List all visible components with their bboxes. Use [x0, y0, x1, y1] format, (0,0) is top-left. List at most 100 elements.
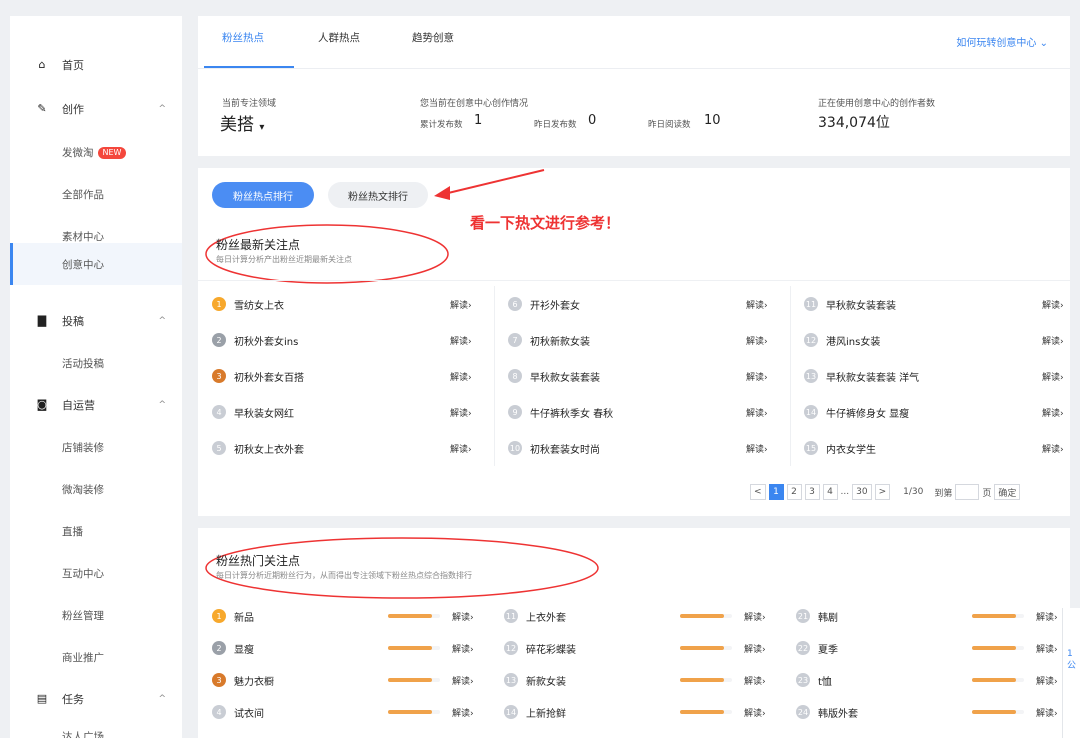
- sidebar-item-self-operate[interactable]: ◙ 自运营 ^: [10, 390, 182, 420]
- sidebar-item-weitao-decor[interactable]: 微淘装修: [10, 474, 182, 504]
- page-number-input[interactable]: [955, 484, 980, 500]
- divider: [198, 68, 1070, 69]
- next-page-button[interactable]: >: [874, 484, 891, 500]
- read-link[interactable]: 解读›: [450, 334, 472, 347]
- page-button[interactable]: 3: [804, 484, 820, 500]
- list-item: 14 上新抢鲜: [504, 702, 566, 722]
- yesterday-read-label: 昨日阅读数: [648, 120, 691, 130]
- floating-service-widget[interactable]: 1公: [1062, 608, 1080, 738]
- sidebar-item-creative-center[interactable]: 创意中心: [10, 243, 182, 285]
- hotspot-rank-button[interactable]: 粉丝热点排行: [212, 182, 314, 208]
- chevron-up-icon: ^: [158, 694, 166, 704]
- read-link[interactable]: 解读›: [452, 610, 474, 623]
- sidebar-item-live[interactable]: 直播: [10, 516, 182, 546]
- keyword-text: 韩版外套: [818, 708, 858, 720]
- read-link[interactable]: 解读›: [1042, 406, 1064, 419]
- chevron-up-icon: ^: [158, 400, 166, 410]
- sidebar-item-publish-weitao[interactable]: 发微淘 NEW: [10, 137, 182, 167]
- sidebar-item-create[interactable]: ✎ 创作 ^: [10, 94, 182, 124]
- rank-badge: 4: [212, 405, 226, 419]
- rank-badge: 13: [804, 369, 818, 383]
- read-link[interactable]: 解读›: [452, 706, 474, 719]
- yesterday-read-value: 10: [704, 113, 721, 128]
- sidebar-item-biz-promo[interactable]: 商业推广: [10, 642, 182, 672]
- fans-latest-panel: 粉丝热点排行 粉丝热文排行 看一下热文进行参考！ 粉丝最新关注点 每日计算分析产…: [198, 168, 1070, 516]
- read-link[interactable]: 解读›: [1036, 610, 1058, 623]
- keyword-text: 牛仔裤秋季女 春秋: [530, 408, 614, 420]
- read-link[interactable]: 解读›: [744, 610, 766, 623]
- sidebar-item-submit[interactable]: ▇ 投稿 ^: [10, 306, 182, 336]
- read-link[interactable]: 解读›: [1042, 442, 1064, 455]
- read-link[interactable]: 解读›: [746, 442, 768, 455]
- sidebar-item-label: 粉丝管理: [62, 609, 104, 622]
- read-link[interactable]: 解读›: [450, 406, 472, 419]
- users-value: 334,074位: [818, 115, 890, 131]
- tab-fans-hotspot[interactable]: 粉丝热点: [222, 30, 264, 45]
- read-link[interactable]: 解读›: [1042, 298, 1064, 311]
- heat-bar: [388, 646, 432, 650]
- read-link[interactable]: 解读›: [452, 642, 474, 655]
- keyword-text: 港风ins女装: [826, 336, 881, 348]
- page-button[interactable]: 1: [768, 484, 784, 500]
- list-item: 3 魅力衣橱: [212, 670, 274, 690]
- read-link[interactable]: 解读›: [450, 370, 472, 383]
- sidebar-item-fans-manage[interactable]: 粉丝管理: [10, 600, 182, 630]
- list-item: 9 牛仔裤秋季女 春秋: [508, 402, 613, 422]
- help-link[interactable]: 如何玩转创意中心 ⌄: [956, 34, 1048, 49]
- sidebar-item-talent-square[interactable]: 达人广场: [10, 721, 182, 738]
- sidebar-item-shop-decor[interactable]: 店铺装修: [10, 432, 182, 462]
- read-link[interactable]: 解读›: [744, 674, 766, 687]
- hotarticle-rank-button[interactable]: 粉丝热文排行: [328, 182, 428, 208]
- sidebar-item-label: 达人广场: [62, 730, 104, 738]
- page-button[interactable]: 30: [852, 484, 872, 500]
- read-link[interactable]: 解读›: [744, 642, 766, 655]
- read-link[interactable]: 解读›: [452, 674, 474, 687]
- list-item: 21 韩剧: [796, 606, 838, 626]
- sidebar-item-label: 发微淘: [62, 146, 94, 159]
- rank-badge: 14: [504, 705, 518, 719]
- rank-badge: 9: [508, 405, 522, 419]
- sidebar-item-all-works[interactable]: 全部作品: [10, 179, 182, 209]
- read-link[interactable]: 解读›: [1042, 370, 1064, 383]
- heat-bar: [680, 710, 724, 714]
- task-icon: ▤: [36, 692, 48, 705]
- sidebar-item-label: 互动中心: [62, 567, 104, 580]
- read-link[interactable]: 解读›: [746, 298, 768, 311]
- sidebar-item-label: 投稿: [62, 315, 84, 328]
- section-subtitle: 每日计算分析近期粉丝行为，从而得出专注领域下粉丝热点综合指数排行: [216, 571, 472, 580]
- read-link[interactable]: 解读›: [1036, 642, 1058, 655]
- read-link[interactable]: 解读›: [450, 298, 472, 311]
- list-item: 24 韩版外套: [796, 702, 858, 722]
- read-link[interactable]: 解读›: [746, 406, 768, 419]
- list-item: 8 早秋款女装套装: [508, 366, 600, 386]
- sidebar-item-interact-center[interactable]: 互动中心: [10, 558, 182, 588]
- heat-bar: [972, 710, 1016, 714]
- tab-crowd-hotspot[interactable]: 人群热点: [318, 30, 360, 45]
- rank-badge: 4: [212, 705, 226, 719]
- sidebar-item-tasks[interactable]: ▤ 任务 ^: [10, 684, 182, 714]
- rank-badge: 23: [796, 673, 810, 687]
- read-link[interactable]: 解读›: [450, 442, 472, 455]
- sidebar-item-home[interactable]: ⌂ 首页: [10, 50, 182, 80]
- read-link[interactable]: 解读›: [746, 370, 768, 383]
- read-link[interactable]: 解读›: [1036, 706, 1058, 719]
- rank-badge: 14: [804, 405, 818, 419]
- annotation-arrow: [434, 169, 545, 200]
- confirm-button[interactable]: 确定: [994, 484, 1021, 500]
- domain-select[interactable]: 美搭 ▾: [220, 110, 264, 135]
- chevron-up-icon: ^: [158, 316, 166, 326]
- tab-trend-idea[interactable]: 趋势创意: [412, 30, 454, 45]
- read-link[interactable]: 解读›: [1042, 334, 1064, 347]
- read-link[interactable]: 解读›: [1036, 674, 1058, 687]
- read-link[interactable]: 解读›: [744, 706, 766, 719]
- sidebar-item-activity-submit[interactable]: 活动投稿: [10, 348, 182, 378]
- keyword-text: 初秋新款女装: [530, 336, 590, 348]
- keyword-text: 早秋款女装套装 洋气: [826, 372, 920, 384]
- rank-badge: 24: [796, 705, 810, 719]
- read-link[interactable]: 解读›: [746, 334, 768, 347]
- prev-page-button[interactable]: <: [750, 484, 766, 500]
- document-icon: ▇: [37, 314, 47, 327]
- heat-bar: [680, 646, 724, 650]
- page-button[interactable]: 2: [786, 484, 802, 500]
- page-button[interactable]: 4: [822, 484, 838, 500]
